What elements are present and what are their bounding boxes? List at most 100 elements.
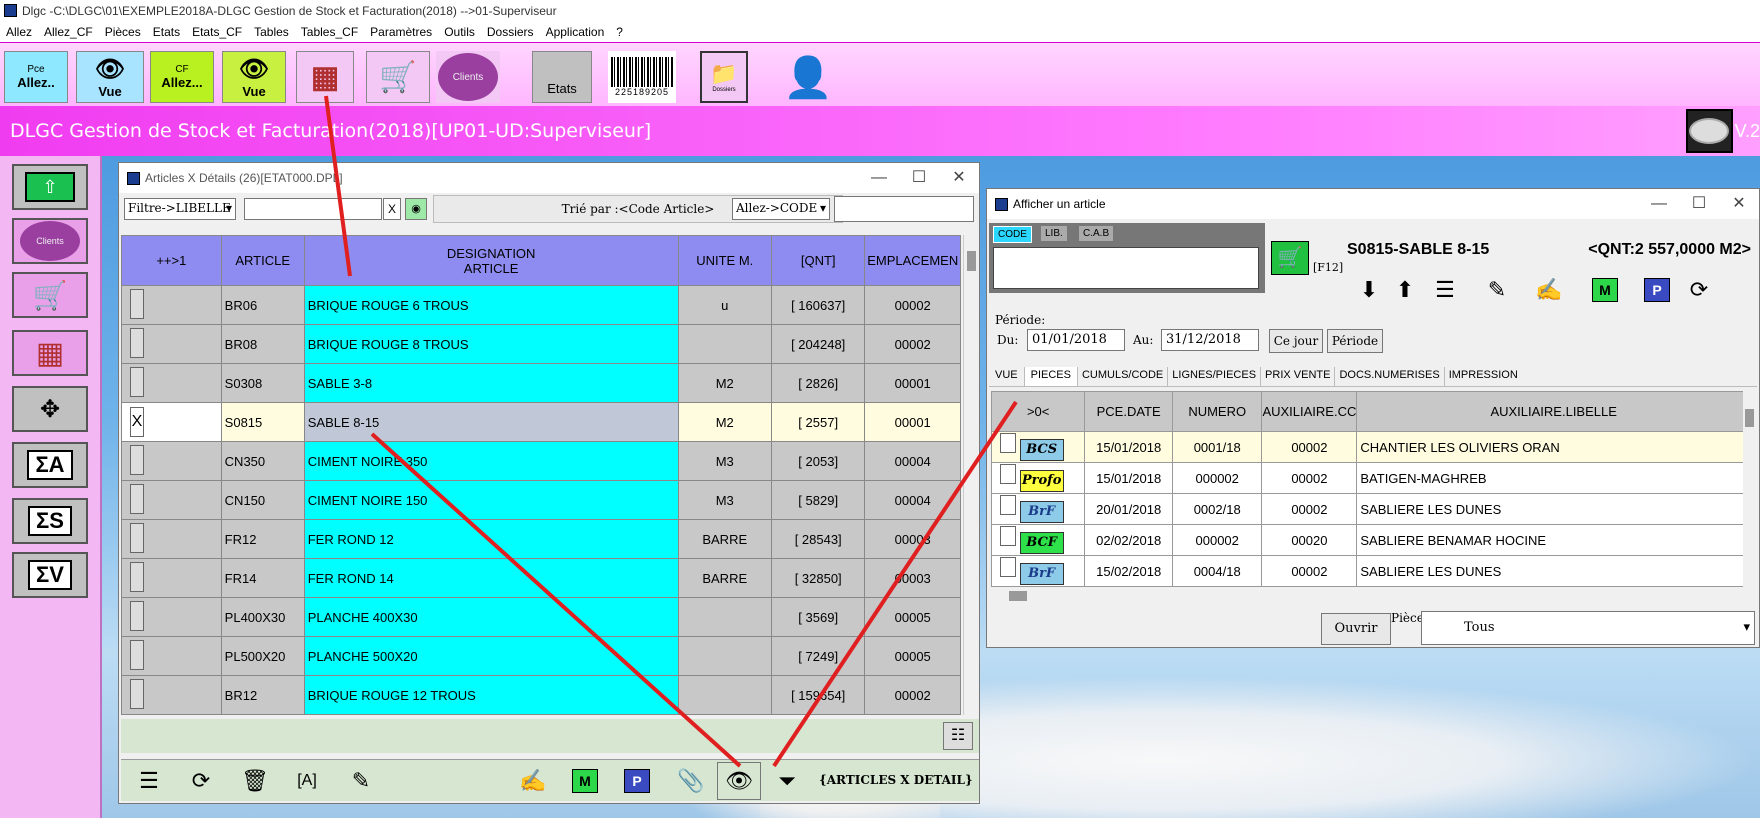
table-row[interactable]: FR12 FER ROND 12 BARRE[ 28543] 00003 xyxy=(121,519,961,559)
table-row[interactable]: BCF 02/02/2018 000002 00020 SABLIERE BENAMAR… xyxy=(991,524,1743,556)
periode-button[interactable]: Période xyxy=(1327,329,1383,353)
table-row[interactable]: BrF 15/02/2018 0004/18 00002 SABLIERE LES DU… xyxy=(991,555,1743,587)
home-button[interactable]: ⇧ xyxy=(12,164,88,210)
scroll-thumb[interactable] xyxy=(967,251,976,271)
clients-button[interactable]: Clients xyxy=(436,51,500,103)
m-icon[interactable]: M xyxy=(1592,278,1618,302)
menu-tables-cf[interactable]: Tables_CF xyxy=(295,25,364,39)
row-checkbox[interactable] xyxy=(121,363,222,403)
dossiers-button[interactable]: 📁 Dossiers xyxy=(700,51,748,103)
minimize-button[interactable]: — xyxy=(1639,189,1679,219)
code-search-input[interactable] xyxy=(993,247,1259,289)
col-emplacement[interactable]: EMPLACEMEN xyxy=(864,235,961,286)
table-row[interactable]: BCS 15/01/2018 0001/18 00002 CHANTIER LES OL… xyxy=(991,431,1743,463)
edit-user-icon[interactable]: ✍ xyxy=(511,762,555,800)
articles-button[interactable]: ▦ xyxy=(296,51,354,103)
menu-tables[interactable]: Tables xyxy=(248,25,295,39)
settings-sliders-icon[interactable]: ☷ xyxy=(943,722,973,750)
left-cart-button[interactable]: 🛒 xyxy=(12,272,88,318)
view-piece-button[interactable]: 👁 Vue xyxy=(76,51,144,103)
table-row[interactable]: BR06 BRIQUE ROUGE 6 TROUS u[ 160637] 00002 xyxy=(121,285,961,325)
checkbox[interactable] xyxy=(130,444,144,475)
col-aux-libelle[interactable]: AUXILIAIRE.LIBELLE xyxy=(1356,391,1743,432)
sigma-v-button[interactable]: ΣV xyxy=(12,552,88,598)
left-arrows-button[interactable]: ✥ xyxy=(12,386,88,432)
maximize-button[interactable]: ☐ xyxy=(1679,189,1719,219)
row-checkbox[interactable] xyxy=(121,441,222,481)
row-checkbox[interactable]: X xyxy=(121,402,222,442)
scroll-thumb[interactable] xyxy=(1745,409,1754,427)
ce-jour-button[interactable]: Ce jour xyxy=(1269,329,1323,353)
row-checkbox[interactable] xyxy=(121,558,222,598)
menu-dossiers[interactable]: Dossiers xyxy=(481,25,540,39)
col-numero[interactable]: NUMERO xyxy=(1171,391,1263,432)
menu-icon[interactable]: ☰ xyxy=(1423,271,1467,309)
table-row[interactable]: PL500X20 PLANCHE 500X20 [ 7249] 00005 xyxy=(121,636,961,676)
p-icon[interactable]: P xyxy=(624,769,650,793)
menu-parametres[interactable]: Paramètres xyxy=(364,25,438,39)
tab-lib[interactable]: LIB. xyxy=(1041,226,1067,241)
close-button[interactable]: ✕ xyxy=(939,163,979,193)
col-aux-cc[interactable]: AUXILIAIRE.CC xyxy=(1261,391,1358,432)
row-type[interactable]: Profo xyxy=(991,462,1086,494)
funnel-icon[interactable]: ⏷ xyxy=(765,762,809,800)
ouvrir-button[interactable]: Ouvrir xyxy=(1321,613,1391,645)
table-row[interactable]: Profo 15/01/2018 000002 00002 BATIGEN-MAGHRE… xyxy=(991,462,1743,494)
table-row[interactable]: CN150 CIMENT NOIRE 150 M3[ 5829] 00004 xyxy=(121,480,961,520)
row-checkbox[interactable] xyxy=(121,675,222,715)
table-row[interactable]: S0308 SABLE 3-8 M2[ 2826] 00001 xyxy=(121,363,961,403)
view-cf-button[interactable]: 👁 Vue xyxy=(222,51,286,103)
user-button[interactable]: 👤 xyxy=(778,51,838,103)
table-row[interactable]: X S0815 SABLE 8-15 M2[ 2557] 00001 xyxy=(121,402,961,442)
checkbox[interactable] xyxy=(1000,433,1016,453)
checkbox[interactable] xyxy=(130,366,144,397)
checkbox[interactable]: X xyxy=(130,407,144,437)
close-button[interactable]: ✕ xyxy=(1719,189,1759,219)
barcode-button[interactable]: 225189205 xyxy=(608,51,676,103)
refresh-icon[interactable]: ⟳ xyxy=(179,762,223,800)
table-row[interactable]: BR12 BRIQUE ROUGE 12 TROUS [ 159654] 00002 xyxy=(121,675,961,715)
col-unite[interactable]: UNITE M. xyxy=(677,235,772,286)
left-articles-button[interactable]: ▦ xyxy=(12,330,88,376)
view-eye-icon[interactable]: 👁 xyxy=(717,762,761,800)
row-checkbox[interactable] xyxy=(121,285,222,325)
hscroll-thumb[interactable] xyxy=(1009,591,1027,601)
tab-vue[interactable]: VUE xyxy=(989,367,1025,386)
menu-outils[interactable]: Outils xyxy=(438,25,481,39)
menu-icon[interactable]: ☰ xyxy=(127,762,171,800)
edit-icon[interactable]: ✎ xyxy=(339,762,383,800)
filter-select[interactable]: Filtre->LIBELLE ▾ xyxy=(124,198,236,220)
col-select[interactable]: ++>1 xyxy=(121,235,222,286)
table-row[interactable]: BR08 BRIQUE ROUGE 8 TROUS [ 204248] 00002 xyxy=(121,324,961,364)
checkbox[interactable] xyxy=(130,327,144,358)
menu-allez[interactable]: Allez xyxy=(0,25,38,39)
checkbox[interactable] xyxy=(1000,464,1016,484)
sigma-s-button[interactable]: ΣS xyxy=(12,498,88,544)
row-checkbox[interactable] xyxy=(121,597,222,637)
du-input[interactable]: 01/01/2018 xyxy=(1027,329,1125,351)
col-qnt[interactable]: [QNT] xyxy=(770,235,866,286)
tab-prix-vente[interactable]: PRIX VENTE xyxy=(1261,367,1336,386)
col-article[interactable]: ARTICLE xyxy=(220,235,305,286)
au-input[interactable]: 31/12/2018 xyxy=(1161,329,1259,351)
text-frame-icon[interactable]: [A] xyxy=(285,762,329,800)
monitor-icon[interactable] xyxy=(1686,109,1733,153)
goto-select[interactable]: Allez->CODE ▾ xyxy=(732,198,830,220)
cart-button[interactable]: 🛒 xyxy=(366,51,430,103)
checkbox[interactable] xyxy=(130,483,144,514)
tab-code[interactable]: CODE xyxy=(993,226,1032,243)
pieces-scrollbar[interactable] xyxy=(1743,391,1757,587)
tab-pieces[interactable]: PIECES xyxy=(1024,367,1078,386)
m-icon[interactable]: M xyxy=(572,769,598,793)
articles-scrollbar[interactable] xyxy=(963,235,979,715)
menu-allez-cf[interactable]: Allez_CF xyxy=(38,25,99,39)
left-clients-button[interactable]: Clients xyxy=(12,218,88,264)
clear-filter-button[interactable]: X xyxy=(383,198,401,220)
refresh-icon[interactable]: ⟳ xyxy=(1677,271,1721,309)
pieces-hscrollbar[interactable] xyxy=(991,589,1757,603)
row-checkbox[interactable] xyxy=(121,480,222,520)
checkbox[interactable] xyxy=(130,639,144,670)
goto-input[interactable] xyxy=(834,196,974,222)
checkbox[interactable] xyxy=(130,600,144,631)
tab-cumuls-code[interactable]: CUMULS/CODE xyxy=(1078,367,1169,386)
